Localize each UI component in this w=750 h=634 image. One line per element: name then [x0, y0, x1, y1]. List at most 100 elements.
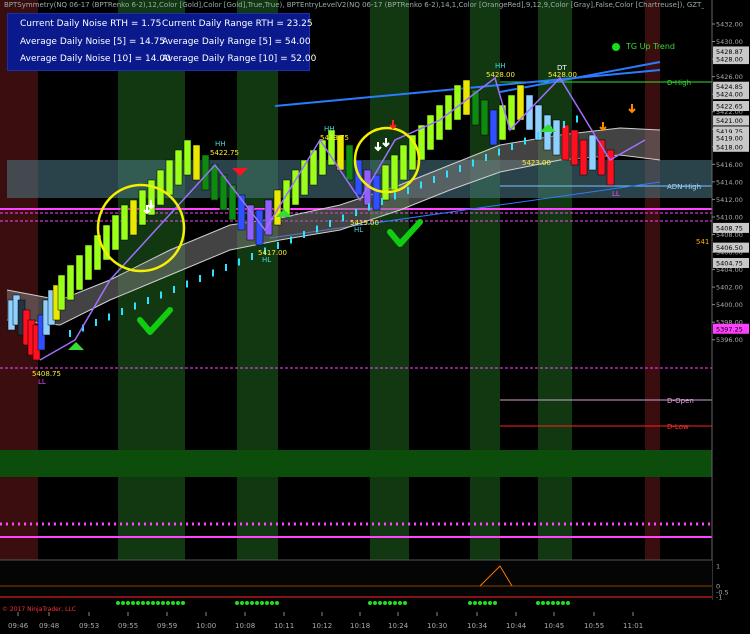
d-high-label: D-High: [667, 79, 691, 87]
trend-dot: [265, 601, 269, 605]
trend-dot: [473, 601, 477, 605]
renko-bar: [120, 204, 129, 241]
chart-annotation: 5423.00: [522, 159, 551, 167]
renko-bar: [390, 154, 399, 191]
renko-bar: [480, 99, 489, 136]
renko-bar: [489, 109, 498, 146]
trend-dot: [131, 601, 135, 605]
trend-dot: [255, 601, 259, 605]
trend-dot: [556, 601, 560, 605]
renko-bar: [57, 274, 66, 311]
time-axis-label: 10:18: [350, 622, 370, 630]
renko-bar: [606, 149, 615, 186]
trend-dot: [126, 601, 130, 605]
trend-dot: [373, 601, 377, 605]
lower-axis-label: 1: [716, 563, 720, 571]
lower-panel: [0, 560, 712, 600]
price-badge-label: 5424.00: [716, 91, 743, 99]
trend-dot: [151, 601, 155, 605]
trend-dot: [493, 601, 497, 605]
renko-bar: [435, 104, 444, 141]
price-chart[interactable]: HH5422.75HH5433.75HH5428.00DT5428.005423…: [0, 0, 750, 634]
renko-bar: [210, 164, 219, 201]
renko-bar: [129, 199, 138, 236]
renko-bar: [372, 174, 381, 211]
renko-bar: [84, 244, 93, 281]
price-axis-label: 5432.00: [716, 21, 743, 29]
trend-dot: [566, 601, 570, 605]
time-axis-label: 09:53: [79, 622, 99, 630]
renko-bar: [192, 144, 201, 181]
time-axis-label: 10:30: [427, 622, 447, 630]
time-axis-label: 09:59: [157, 622, 177, 630]
trend-dot: [270, 601, 274, 605]
trend-dot: [561, 601, 565, 605]
avg-range-5-text: Average Daily Range [5] = 54.00: [162, 37, 311, 47]
price-axis-label: 5410.00: [716, 213, 743, 221]
renko-bar: [543, 114, 552, 151]
chart-annotation: LL: [38, 378, 46, 386]
renko-bar: [399, 144, 408, 181]
trend-dot: [166, 601, 170, 605]
trend-dot: [541, 601, 545, 605]
renko-bar: [174, 149, 183, 186]
trend-dot: [181, 601, 185, 605]
trend-dot: [388, 601, 392, 605]
price-badge-label: 5419.00: [716, 135, 743, 143]
time-axis-label: 10:00: [196, 622, 216, 630]
price-axis-label: 5426.00: [716, 73, 743, 81]
price-badge-label: 5428.00: [716, 56, 743, 64]
trend-dot: [483, 601, 487, 605]
session-shade-red-right: [645, 0, 660, 600]
price-axis-label: 5416.00: [716, 161, 743, 169]
price-badge-label: 5418.00: [716, 143, 743, 151]
renko-bar: [381, 164, 390, 201]
trend-dot: [141, 601, 145, 605]
avg-range-10-text: Average Daily Range [10] = 52.00: [162, 54, 317, 64]
avg-noise-10-text: Average Daily Noise [10] = 14.00: [20, 54, 171, 64]
price-axis-label: 5402.00: [716, 284, 743, 292]
chart-annotation: 5428.00: [486, 71, 515, 79]
price-badge-label: 5408.75: [716, 224, 743, 232]
renko-bar: [183, 139, 192, 176]
chart-annotation: HH: [495, 62, 506, 70]
session-shade-1: [237, 0, 278, 600]
renko-bar: [66, 264, 75, 301]
trend-dot: [146, 601, 150, 605]
time-axis-label: 09:48: [39, 622, 59, 630]
price-badge-label: 5406.50: [716, 244, 743, 252]
time-axis-label: 10:24: [388, 622, 409, 630]
renko-bar: [516, 84, 525, 121]
time-axis-label: 10:11: [274, 622, 294, 630]
trend-dot: [136, 601, 140, 605]
renko-bar: [453, 84, 462, 121]
chart-annotation: 5422.75: [210, 149, 239, 157]
price-badge-label: 5404.75: [716, 259, 743, 267]
time-axis-label: 10:45: [544, 622, 564, 630]
renko-bar: [138, 189, 147, 226]
trend-dot: [176, 601, 180, 605]
renko-bar: [561, 124, 570, 161]
chart-annotation: HH: [215, 140, 226, 148]
price-badge-label: 5422.65: [716, 102, 743, 110]
chart-annotation: LL: [612, 190, 620, 198]
trend-dot: [156, 601, 160, 605]
renko-bar: [165, 159, 174, 196]
current-range-text: Current Daily Range RTH = 23.25: [162, 19, 313, 29]
trend-dot: [275, 601, 279, 605]
time-axis-label: 10:44: [506, 622, 527, 630]
trend-dot: [478, 601, 482, 605]
chart-annotation: 5433.75: [320, 134, 349, 142]
chart-annotation: HL: [262, 256, 271, 264]
trend-dot: [121, 601, 125, 605]
volume-zone-band: [0, 450, 712, 477]
price-badge-label: 5397.25: [716, 325, 743, 333]
trend-dot: [235, 601, 239, 605]
renko-bar: [75, 254, 84, 291]
renko-bar: [426, 114, 435, 151]
price-axis-label: 5400.00: [716, 301, 743, 309]
trend-dot: [551, 601, 555, 605]
lower-axis-label: -1: [716, 594, 722, 602]
price-axis-label: 5412.00: [716, 196, 743, 204]
price-axis-label: 5414.00: [716, 178, 743, 186]
